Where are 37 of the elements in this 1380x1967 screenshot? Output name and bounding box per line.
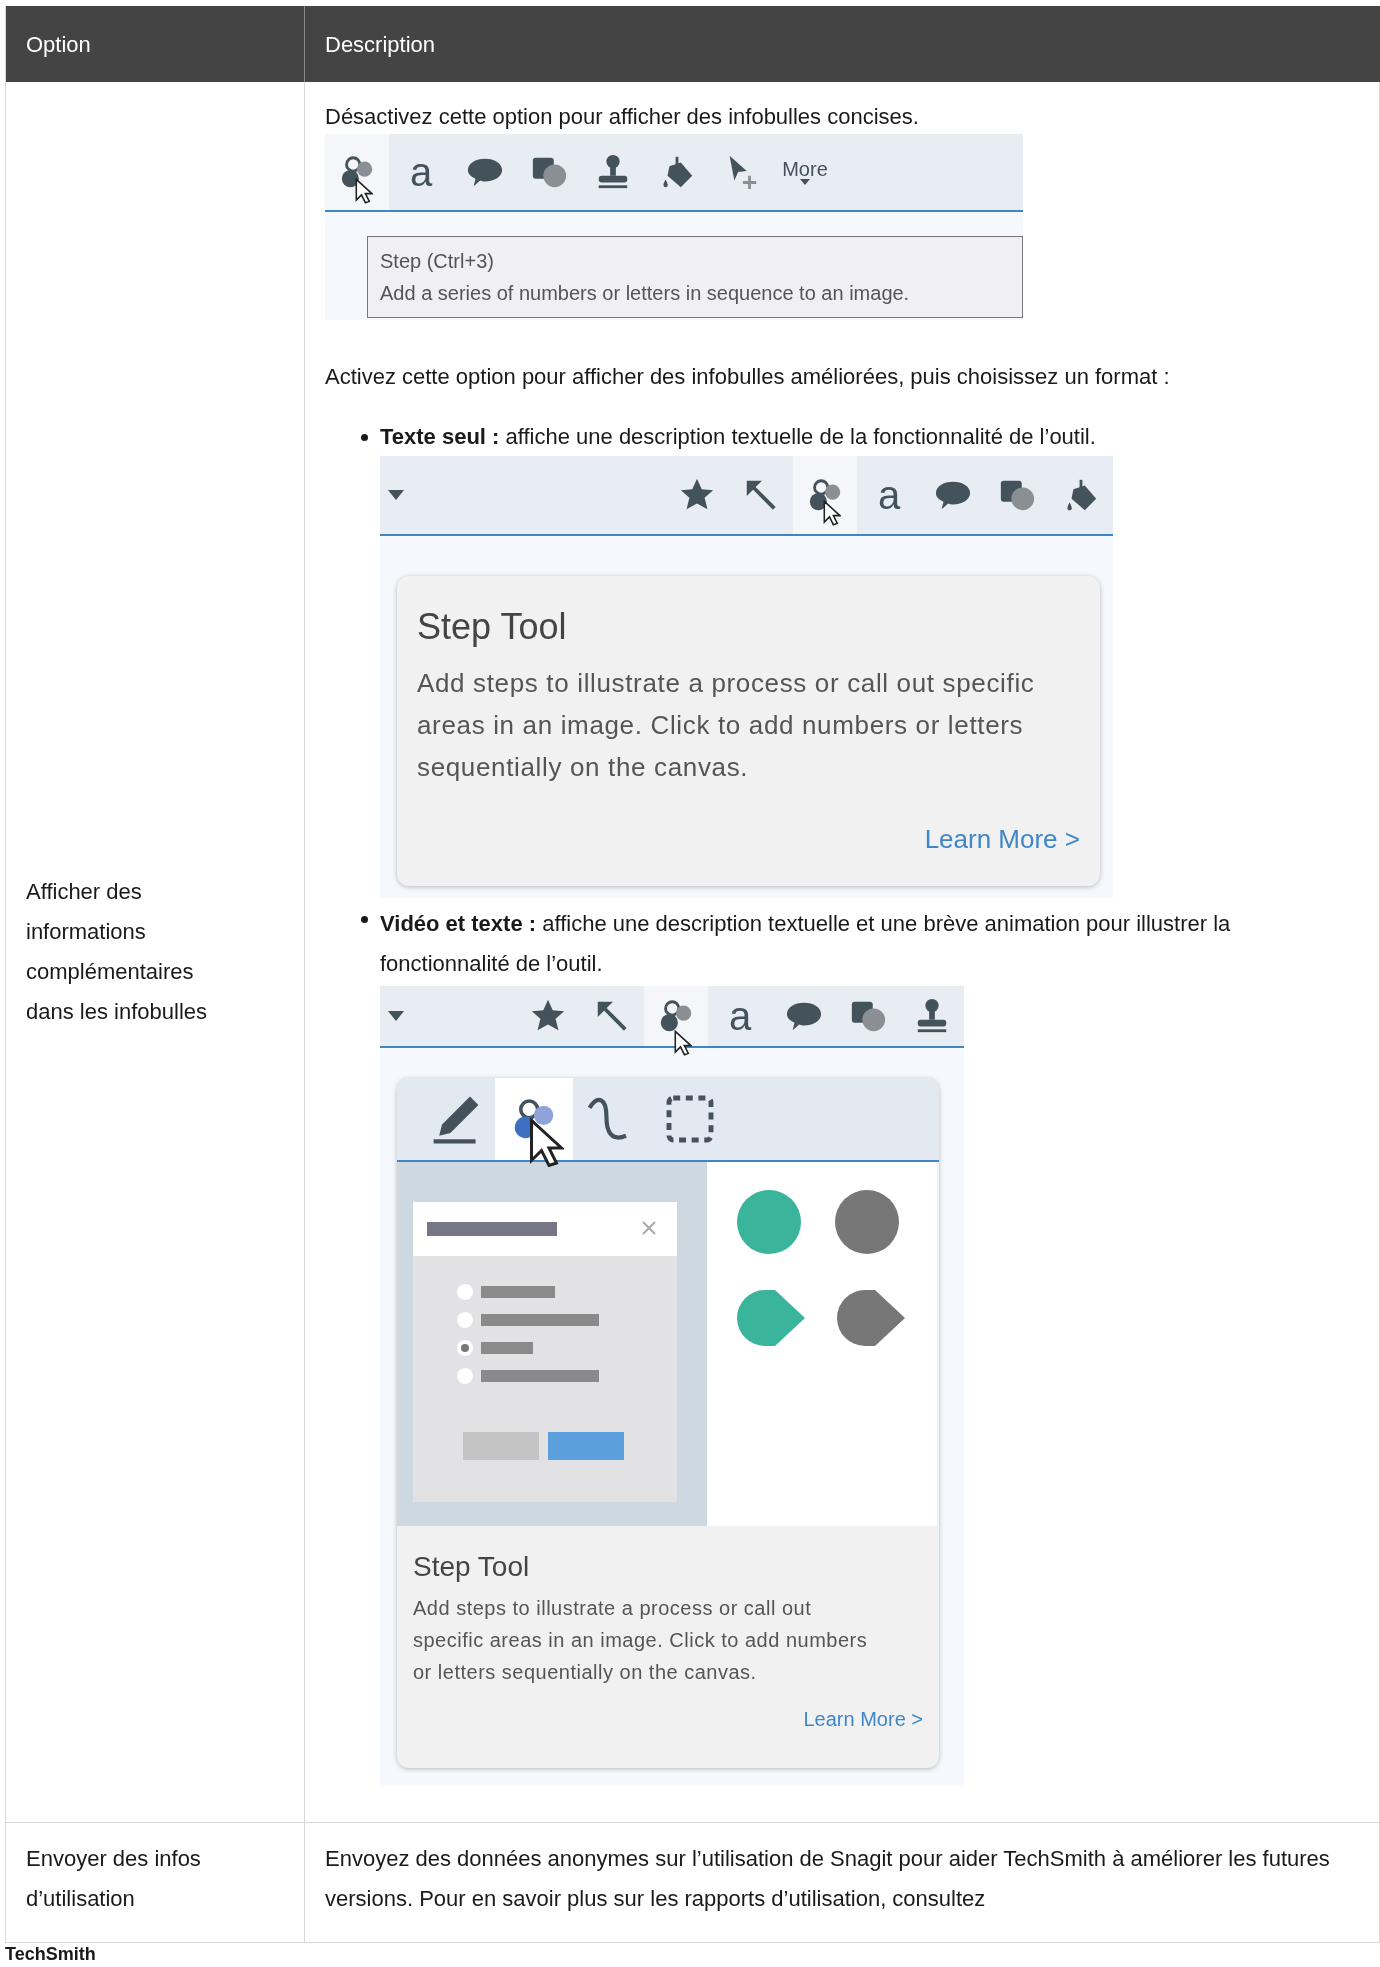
mouse-pointer-icon (529, 1118, 564, 1168)
card-title: Step Tool (413, 1550, 531, 1584)
description-text: Activez cette option pour afficher des infobulles améliorées, puis choisissez un format : (325, 363, 1171, 391)
tooltip-title: Step (Ctrl+3) (380, 249, 495, 274)
letter-a-icon: a (877, 475, 901, 515)
letter-a-icon: a (409, 152, 433, 192)
bullet-icon (361, 434, 368, 441)
letter-a-icon: a (728, 996, 752, 1036)
tool-button[interactable]: a (708, 986, 772, 1046)
bullet-text: Vidéo et texte : affiche une description textuelle et une brève animation pour illustrer la fonctionnalité de l’outil. (380, 910, 1232, 978)
tooltip-text: Add a series of numbers or letters in sequence to an image. (380, 281, 911, 306)
mouse-pointer-icon (823, 500, 842, 526)
tool-button[interactable] (793, 456, 857, 534)
bullet-text: Texte seul : affiche une description textuelle de la fonctionnalité de l’outil. (380, 423, 1097, 451)
mouse-pointer-icon (355, 178, 374, 204)
learn-more-link[interactable]: Learn More > (924, 820, 1080, 859)
mouse-pointer-icon (674, 1030, 693, 1056)
tool-button[interactable]: a (389, 134, 453, 210)
learn-more-link[interactable]: Learn More > (803, 1704, 923, 1734)
tool-button[interactable]: More (773, 134, 837, 210)
option-name: Envoyer des infos d’utilisation (26, 1845, 202, 1913)
bullet-icon (361, 916, 368, 923)
dropdown-caret-icon[interactable] (388, 1011, 404, 1021)
card-description: Add steps to illustrate a process or call out specific areas in an image. Click to add numbers or letters sequentially on the canvas. (417, 667, 1036, 784)
description-text: Désactivez cette option pour afficher des infobulles concises. (325, 103, 920, 131)
tool-button[interactable]: a (857, 456, 921, 534)
dropdown-caret-icon[interactable] (388, 490, 404, 500)
card-description: Add steps to illustrate a process or call out specific areas in an image. Click to add numbers or letters sequentially on the canvas. (413, 1596, 869, 1685)
brand-name: TechSmith (5, 1943, 97, 1965)
card-title: Step Tool (417, 605, 568, 649)
tool-button[interactable] (325, 134, 389, 210)
option-name: Afficher des informations complémentaires dans les infobulles (26, 878, 208, 1026)
more-button[interactable]: More (782, 159, 828, 185)
column-header: Option (6, 6, 305, 82)
caret-icon (800, 179, 810, 185)
description-text: Envoyez des données anonymes sur l’utilisation de Snagit pour aider TechSmith à améliorer les futures versions. Pour en savoir plus sur les rapports d’utilisation, consultez (325, 1845, 1331, 1913)
column-header: Description (305, 6, 1380, 82)
